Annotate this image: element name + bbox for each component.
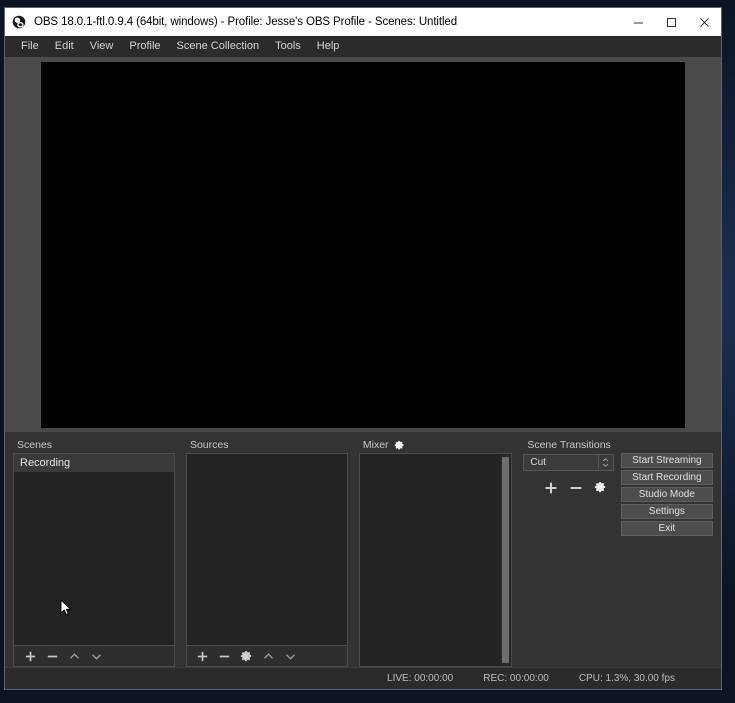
menu-item-profile[interactable]: Profile [121, 38, 168, 55]
move-source-down-button[interactable] [280, 647, 302, 666]
scene-transitions-dock: Scene Transitions Cut [523, 437, 613, 667]
minimize-button[interactable] [622, 8, 655, 36]
remove-source-button[interactable] [214, 647, 236, 666]
statusbar: LIVE: 00:00:00 REC: 00:00:00 CPU: 1.3%, … [5, 667, 721, 689]
mixer-dock: Mixer [359, 437, 512, 667]
remove-scene-button[interactable] [41, 647, 63, 666]
controls-dock: Start Streaming Start Recording Studio M… [621, 437, 713, 667]
add-transition-button[interactable] [540, 478, 562, 497]
dock-area: Scenes Recording Sources [5, 432, 721, 667]
scenes-toolbar [13, 646, 175, 667]
transition-select-spinner[interactable] [598, 455, 613, 470]
sources-dock: Sources [186, 437, 348, 667]
menu-item-file[interactable]: File [13, 38, 47, 55]
transition-select[interactable]: Cut [523, 454, 613, 471]
transition-toolbar [523, 478, 613, 497]
settings-button[interactable]: Settings [621, 504, 713, 519]
menubar: File Edit View Profile Scene Collection … [5, 36, 721, 57]
mixer-dock-title: Mixer [359, 437, 512, 453]
menu-item-view[interactable]: View [82, 38, 122, 55]
start-recording-button[interactable]: Start Recording [621, 470, 713, 485]
transition-properties-button[interactable] [590, 478, 612, 497]
source-properties-button[interactable] [236, 647, 258, 666]
preview-canvas[interactable] [41, 62, 685, 428]
close-button[interactable] [688, 8, 721, 36]
start-streaming-button[interactable]: Start Streaming [621, 453, 713, 468]
status-live-time: LIVE: 00:00:00 [387, 673, 453, 684]
window-title: OBS 18.0.1-ftl.0.9.4 (64bit, windows) - … [34, 16, 457, 28]
exit-button[interactable]: Exit [621, 521, 713, 536]
chevron-up-icon [602, 458, 609, 462]
sources-toolbar [186, 646, 348, 667]
move-scene-down-button[interactable] [85, 647, 107, 666]
move-source-up-button[interactable] [258, 647, 280, 666]
mixer-scrollbar-thumb[interactable] [502, 457, 509, 663]
obs-main-window: OBS 18.0.1-ftl.0.9.4 (64bit, windows) - … [4, 7, 722, 690]
scene-list-item[interactable]: Recording [14, 454, 174, 472]
obs-logo-icon [12, 15, 26, 29]
add-scene-button[interactable] [19, 647, 41, 666]
scene-transitions-dock-title: Scene Transitions [523, 437, 613, 453]
status-rec-time: REC: 00:00:00 [483, 673, 549, 684]
scenes-dock: Scenes Recording [13, 437, 175, 667]
menu-item-scene-collection[interactable]: Scene Collection [169, 38, 268, 55]
scenes-dock-title: Scenes [13, 437, 175, 453]
preview-region[interactable] [5, 57, 721, 432]
scene-transitions-content: Cut [523, 453, 613, 497]
window-titlebar: OBS 18.0.1-ftl.0.9.4 (64bit, windows) - … [5, 8, 721, 36]
chevron-down-icon [602, 463, 609, 467]
add-source-button[interactable] [192, 647, 214, 666]
studio-mode-button[interactable]: Studio Mode [621, 487, 713, 502]
window-controls [622, 8, 721, 36]
mixer-channel-list[interactable] [359, 453, 512, 667]
menu-item-edit[interactable]: Edit [47, 38, 82, 55]
menu-item-help[interactable]: Help [309, 38, 348, 55]
maximize-button[interactable] [655, 8, 688, 36]
gear-icon[interactable] [394, 440, 405, 451]
scenes-list[interactable]: Recording [13, 453, 175, 646]
move-scene-up-button[interactable] [63, 647, 85, 666]
menu-item-tools[interactable]: Tools [267, 38, 309, 55]
mixer-scrollbar[interactable] [501, 455, 510, 665]
sources-list[interactable] [186, 453, 348, 646]
status-cpu-fps: CPU: 1.3%, 30.00 fps [579, 673, 675, 684]
sources-dock-title: Sources [186, 437, 348, 453]
remove-transition-button[interactable] [565, 478, 587, 497]
transition-select-value: Cut [524, 457, 546, 468]
mixer-dock-title-label: Mixer [363, 439, 389, 451]
